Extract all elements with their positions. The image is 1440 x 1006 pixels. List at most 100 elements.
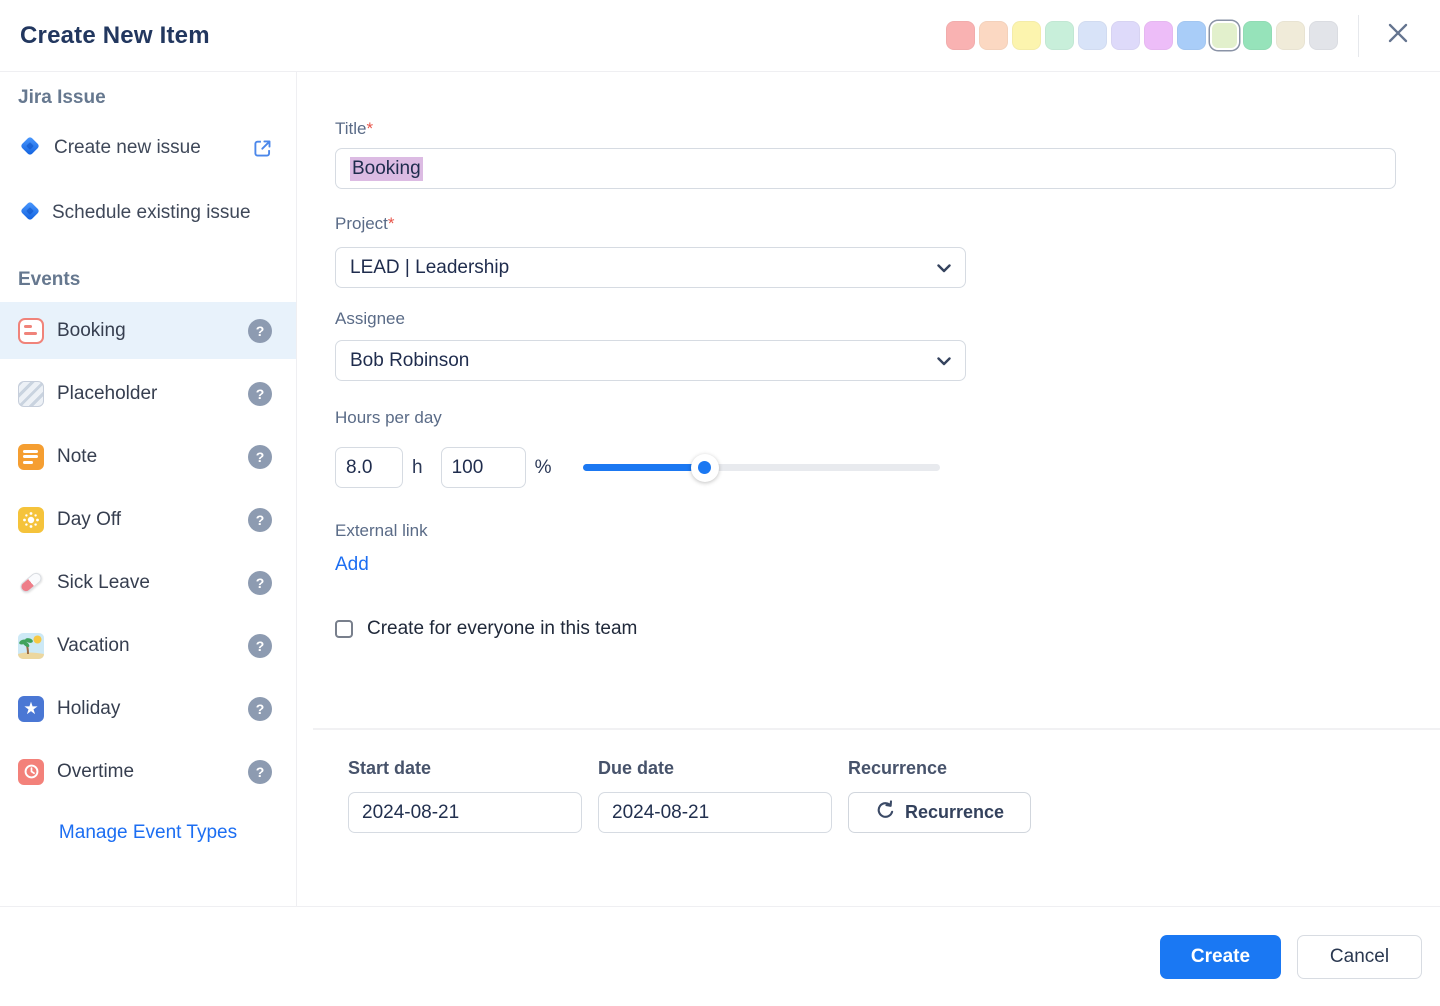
event-row-vacation[interactable]: Vacation ? (0, 617, 296, 674)
assignee-value: Bob Robinson (350, 349, 470, 371)
color-swatch[interactable] (1276, 21, 1305, 50)
create-for-everyone-row[interactable]: Create for everyone in this team (335, 618, 1397, 640)
title-input[interactable]: Booking (335, 148, 1396, 189)
recurrence-icon (875, 799, 896, 826)
color-swatch-row (946, 21, 1338, 50)
due-date-label: Due date (598, 758, 675, 778)
start-date-input[interactable]: 2024-08-21 (348, 792, 582, 833)
create-button[interactable]: Create (1160, 934, 1281, 979)
hours-input[interactable]: 8.0 (335, 447, 403, 488)
schedule-section: Start date Due date Recurrence 2024-08-2… (335, 758, 1397, 833)
help-icon[interactable]: ? (248, 759, 272, 784)
sick-leave-icon (18, 570, 44, 596)
color-swatch[interactable] (1177, 21, 1206, 50)
help-icon[interactable]: ? (248, 633, 272, 658)
color-swatch[interactable] (1210, 21, 1239, 50)
close-icon (1386, 21, 1410, 50)
event-row-overtime[interactable]: Overtime ? (0, 743, 296, 800)
event-label: Note (57, 445, 98, 467)
event-row-sick-leave[interactable]: Sick Leave ? (0, 554, 296, 611)
percent-unit: % (534, 456, 552, 478)
color-swatch[interactable] (1144, 21, 1173, 50)
slider-fill (583, 464, 705, 471)
help-icon[interactable]: ? (248, 381, 272, 406)
color-swatch[interactable] (979, 21, 1008, 50)
chevron-down-icon (937, 257, 951, 279)
color-swatch[interactable] (1078, 21, 1107, 50)
events-section-title: Events (18, 269, 81, 290)
cancel-button[interactable]: Cancel (1297, 934, 1422, 979)
sidebar-item-schedule-existing-issue[interactable]: Schedule existing issue (18, 196, 280, 234)
sidebar-item-create-new-issue[interactable]: Create new issue (18, 132, 296, 164)
recurrence-button[interactable]: Recurrence (848, 792, 1031, 833)
sidebar: Jira Issue Create new issue Schedule exi… (0, 72, 297, 906)
color-swatch[interactable] (1309, 21, 1338, 50)
booking-icon (18, 317, 44, 344)
project-select[interactable]: LEAD | Leadership (335, 247, 966, 288)
event-label: Placeholder (57, 382, 158, 404)
vacation-icon (18, 632, 44, 659)
event-label: Holiday (57, 697, 121, 719)
title-label: Title* (335, 119, 374, 138)
event-label: Vacation (57, 634, 130, 656)
close-button[interactable] (1381, 19, 1415, 53)
event-row-booking[interactable]: Booking ? (0, 302, 296, 359)
assignee-label: Assignee (335, 309, 405, 328)
section-divider (313, 728, 1440, 730)
due-date-input[interactable]: 2024-08-21 (598, 792, 832, 833)
chevron-down-icon (937, 350, 951, 372)
event-label: Booking (57, 319, 126, 341)
jira-icon (18, 199, 42, 234)
help-icon[interactable]: ? (248, 507, 272, 532)
overtime-icon (18, 758, 44, 785)
external-link-label: External link (335, 521, 428, 540)
recurrence-label: Recurrence (848, 758, 948, 778)
help-icon[interactable]: ? (248, 444, 272, 469)
manage-event-types-link[interactable]: Manage Event Types (0, 822, 296, 844)
modal-footer: Create Cancel (0, 906, 1440, 1006)
project-label: Project* (335, 214, 395, 233)
jira-section-title: Jira Issue (18, 87, 106, 108)
event-label: Overtime (57, 760, 135, 782)
event-row-holiday[interactable]: ★ Holiday ? (0, 680, 296, 737)
color-swatch[interactable] (1012, 21, 1041, 50)
event-row-note[interactable]: Note ? (0, 428, 296, 485)
event-label: Sick Leave (57, 571, 150, 593)
sidebar-item-label: Create new issue (54, 137, 201, 158)
workload-slider[interactable] (583, 453, 941, 482)
required-marker: * (366, 119, 374, 138)
modal-header: Create New Item (0, 0, 1440, 72)
hours-per-day-label: Hours per day (335, 408, 442, 427)
color-swatch[interactable] (946, 21, 975, 50)
event-row-placeholder[interactable]: Placeholder ? (0, 365, 296, 422)
sidebar-item-label: Schedule existing issue (52, 202, 251, 223)
percent-input[interactable]: 100 (440, 447, 526, 488)
required-marker: * (387, 214, 395, 233)
color-swatch[interactable] (1243, 21, 1272, 50)
slider-thumb[interactable] (690, 453, 719, 482)
header-divider (1358, 14, 1359, 57)
event-label: Day Off (57, 508, 122, 530)
create-for-everyone-checkbox[interactable] (335, 620, 353, 638)
color-swatch[interactable] (1045, 21, 1074, 50)
holiday-icon: ★ (18, 695, 44, 722)
color-swatch[interactable] (1111, 21, 1140, 50)
day-off-icon (18, 506, 44, 533)
checkbox-label: Create for everyone in this team (367, 618, 638, 639)
help-icon[interactable]: ? (248, 570, 272, 595)
external-link-icon[interactable] (251, 137, 274, 160)
help-icon[interactable]: ? (248, 696, 272, 721)
note-icon (18, 443, 44, 470)
add-external-link[interactable]: Add (335, 554, 369, 576)
help-icon[interactable]: ? (248, 318, 272, 343)
start-date-label: Start date (348, 758, 432, 778)
jira-icon (18, 134, 42, 163)
project-value: LEAD | Leadership (350, 256, 510, 278)
recurrence-button-label: Recurrence (904, 802, 1005, 822)
create-item-form: Title* Booking Project* LEAD | Leadershi… (297, 72, 1440, 906)
event-row-day-off[interactable]: Day Off ? (0, 491, 296, 548)
event-type-list: Booking ? Placeholder ? Note ? Day Off ? (0, 302, 296, 800)
assignee-select[interactable]: Bob Robinson (335, 340, 966, 381)
placeholder-icon (18, 380, 44, 407)
title-value-selected: Booking (350, 156, 423, 181)
